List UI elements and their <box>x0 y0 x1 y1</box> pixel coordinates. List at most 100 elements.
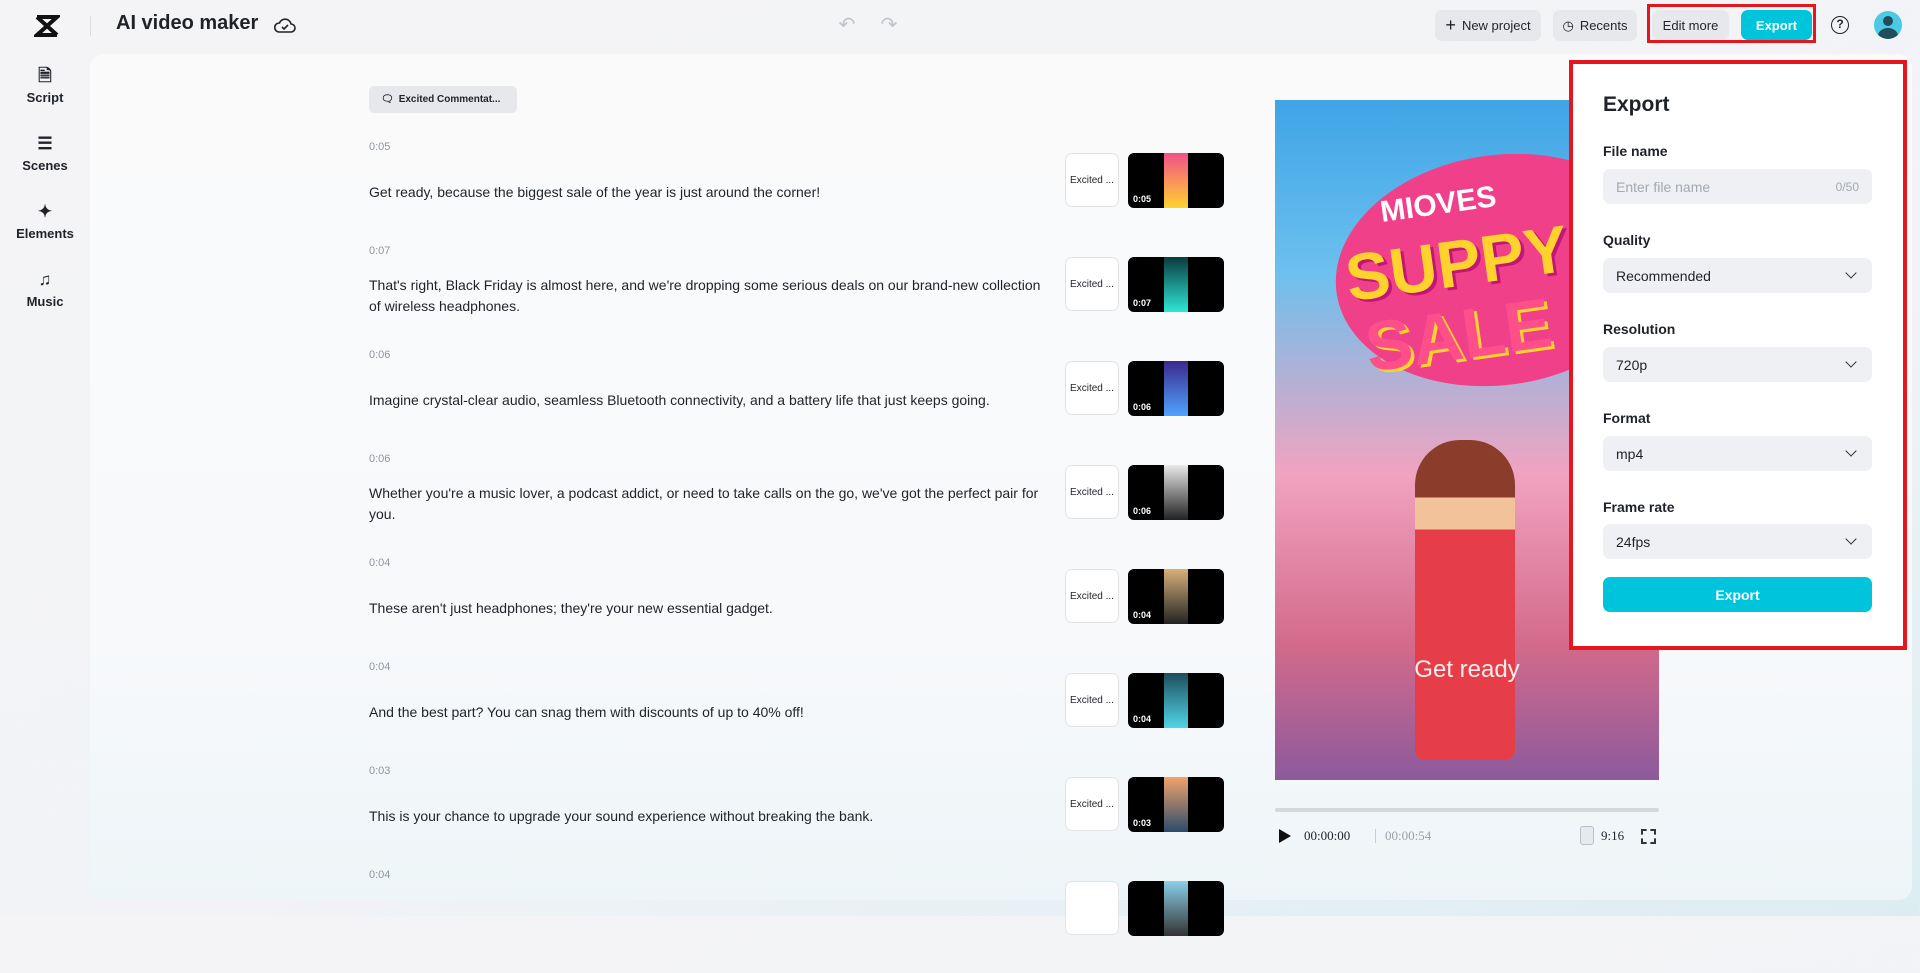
row-voice-button[interactable]: Excited ... <box>1065 569 1119 623</box>
script-row: 0:06 Whether you're a music lover, a pod… <box>369 453 1229 557</box>
thumbnail-image <box>1164 881 1188 936</box>
script-row: 0:04 These aren't just headphones; they'… <box>369 557 1229 661</box>
undo-icon[interactable]: ↶ <box>836 14 858 36</box>
top-bar: AI video maker ↶ ↷ + New project ◷ Recents… <box>0 0 1920 54</box>
scene-thumbnail[interactable] <box>1128 881 1224 936</box>
row-time: 0:04 <box>369 661 391 673</box>
quality-select[interactable]: Recommended <box>1603 258 1872 293</box>
redo-icon[interactable]: ↷ <box>878 14 900 36</box>
row-voice-button[interactable]: Excited ... <box>1065 361 1119 415</box>
file-name-label: File name <box>1603 143 1668 159</box>
row-time: 0:04 <box>369 869 391 881</box>
capcut-logo-icon[interactable] <box>34 13 60 39</box>
row-text[interactable]: Whether you're a music lover, a podcast … <box>369 477 1049 531</box>
clock-icon: ◷ <box>1562 17 1574 33</box>
scene-duration: 0:04 <box>1133 610 1152 620</box>
format-value: mp4 <box>1616 445 1644 462</box>
thumbnail-image <box>1164 361 1188 416</box>
row-text[interactable] <box>369 893 1049 947</box>
scene-duration: 0:06 <box>1133 506 1152 516</box>
quality-label: Quality <box>1603 232 1651 248</box>
chevron-down-icon <box>1845 445 1857 457</box>
script-row: 0:07 That's right, Black Friday is almos… <box>369 245 1229 349</box>
scene-duration: 0:03 <box>1133 818 1152 828</box>
script-row: 0:05 Get ready, because the biggest sale… <box>369 141 1229 245</box>
chevron-down-icon <box>1845 267 1857 279</box>
file-name-placeholder: Enter file name <box>1616 178 1711 195</box>
script-icon: 🗎 <box>38 66 52 85</box>
row-voice-button[interactable]: Excited ... <box>1065 153 1119 207</box>
row-text[interactable]: Get ready, because the biggest sale of t… <box>369 165 1049 219</box>
voice-icon: 🗨 <box>381 94 394 105</box>
scene-duration: 0:06 <box>1133 402 1152 412</box>
time-divider <box>1375 829 1376 843</box>
new-project-button[interactable]: + New project <box>1435 10 1541 41</box>
aspect-ratio[interactable]: 9:16 <box>1601 828 1624 844</box>
recents-button[interactable]: ◷ Recents <box>1553 10 1637 41</box>
playback-progress[interactable] <box>1275 808 1659 812</box>
thumbnail-image <box>1164 153 1188 208</box>
thumbnail-image <box>1164 673 1188 728</box>
app-title: AI video maker <box>116 12 259 34</box>
resolution-value: 720p <box>1616 356 1648 373</box>
frame-rate-value: 24fps <box>1616 533 1651 550</box>
scene-thumbnail[interactable]: 0:07 <box>1128 257 1224 312</box>
fullscreen-icon[interactable] <box>1641 829 1656 844</box>
current-time: 00:00:00 <box>1304 828 1351 843</box>
script-row: 0:06 Imagine crystal-clear audio, seamle… <box>369 349 1229 453</box>
scene-thumbnail[interactable]: 0:06 <box>1128 465 1224 520</box>
sidebar-item-script[interactable]: 🗎 Script <box>0 66 90 105</box>
thumbnail-image <box>1164 257 1188 312</box>
row-text[interactable]: And the best part? You can snag them wit… <box>369 685 1049 739</box>
thumbnail-image <box>1164 777 1188 832</box>
scenes-icon: ☰ <box>37 134 53 153</box>
export-confirm-button[interactable]: Export <box>1603 577 1872 612</box>
help-icon[interactable]: ? <box>1831 16 1849 34</box>
aspect-ratio-icon[interactable] <box>1580 826 1594 845</box>
row-voice-button[interactable]: Excited ... <box>1065 465 1119 519</box>
scene-duration: 0:07 <box>1133 298 1152 308</box>
scene-thumbnail[interactable]: 0:05 <box>1128 153 1224 208</box>
frame-rate-label: Frame rate <box>1603 499 1675 515</box>
resolution-select[interactable]: 720p <box>1603 347 1872 382</box>
row-text[interactable]: Imagine crystal-clear audio, seamless Bl… <box>369 373 1049 427</box>
scene-thumbnail[interactable]: 0:04 <box>1128 673 1224 728</box>
frame-rate-select[interactable]: 24fps <box>1603 524 1872 559</box>
divider <box>90 16 91 36</box>
file-name-input[interactable]: Enter file name 0/50 <box>1603 169 1872 204</box>
thumbnail-image <box>1164 569 1188 624</box>
row-voice-button[interactable]: Excited ... <box>1065 257 1119 311</box>
row-voice-button[interactable]: Excited ... <box>1065 777 1119 831</box>
row-time: 0:05 <box>369 141 391 153</box>
format-label: Format <box>1603 410 1651 426</box>
scene-thumbnail[interactable]: 0:04 <box>1128 569 1224 624</box>
preview-figure <box>1415 440 1515 760</box>
plus-icon: + <box>1445 15 1456 35</box>
cloud-saved-icon[interactable] <box>273 13 297 37</box>
voice-selector[interactable]: 🗨 Excited Commentat... <box>369 86 517 113</box>
quality-value: Recommended <box>1616 267 1711 284</box>
export-button[interactable]: Export <box>1741 10 1812 40</box>
sidebar-item-music[interactable]: ♫ Music <box>0 270 90 309</box>
elements-icon: ✦ <box>37 202 53 221</box>
sidebar-item-elements[interactable]: ✦ Elements <box>0 202 90 241</box>
row-text[interactable]: This is your chance to upgrade your soun… <box>369 789 1049 843</box>
chevron-down-icon <box>1845 533 1857 545</box>
scene-duration: 0:04 <box>1133 714 1152 724</box>
player-controls: 00:00:00 00:00:54 9:16 <box>1275 826 1659 848</box>
row-time: 0:03 <box>369 765 391 777</box>
edit-more-button[interactable]: Edit more <box>1652 10 1729 40</box>
avatar[interactable] <box>1874 11 1902 39</box>
format-select[interactable]: mp4 <box>1603 436 1872 471</box>
sidebar-item-scenes[interactable]: ☰ Scenes <box>0 134 90 173</box>
row-text[interactable]: That's right, Black Friday is almost her… <box>369 269 1049 323</box>
row-time: 0:06 <box>369 453 391 465</box>
play-icon[interactable] <box>1279 829 1291 843</box>
row-voice-button[interactable] <box>1065 881 1119 935</box>
scene-thumbnail[interactable]: 0:03 <box>1128 777 1224 832</box>
thumbnail-image <box>1164 465 1188 520</box>
scene-thumbnail[interactable]: 0:06 <box>1128 361 1224 416</box>
export-panel-title: Export <box>1603 93 1670 116</box>
row-voice-button[interactable]: Excited ... <box>1065 673 1119 727</box>
row-text[interactable]: These aren't just headphones; they're yo… <box>369 581 1049 635</box>
